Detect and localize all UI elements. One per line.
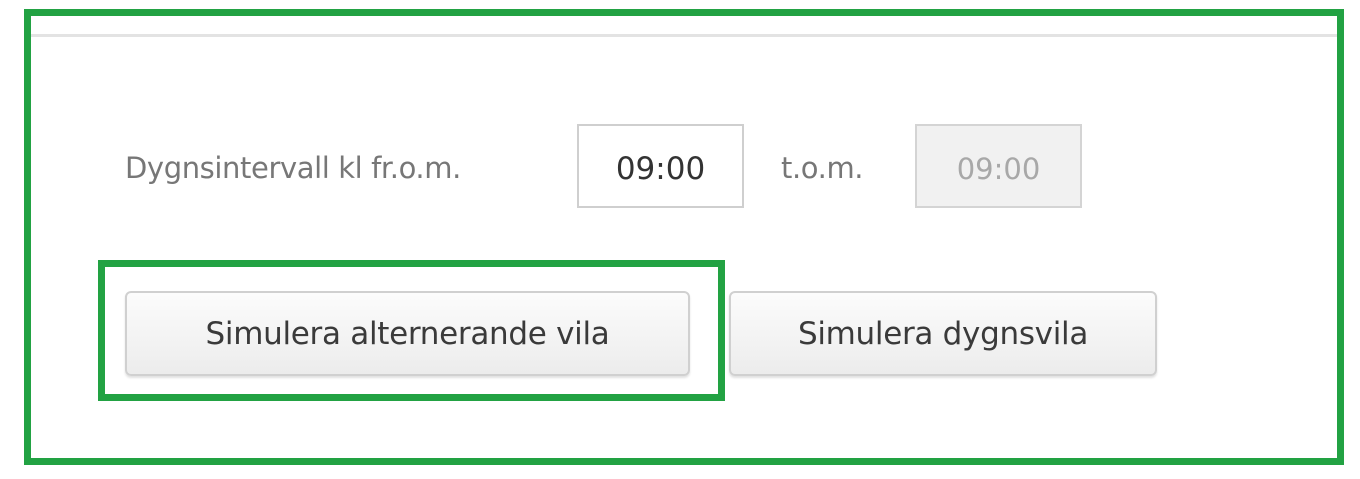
- interval-to-input: [915, 124, 1082, 208]
- interval-to-label: t.o.m.: [781, 151, 864, 185]
- simulate-alternating-rest-button[interactable]: Simulera alternerande vila: [125, 291, 690, 376]
- interval-from-input[interactable]: [577, 124, 744, 208]
- highlight-frame-outer: Dygnsintervall kl fr.o.m. t.o.m. Simuler…: [24, 9, 1344, 465]
- interval-from-label: Dygnsintervall kl fr.o.m.: [125, 151, 461, 185]
- top-divider: [31, 34, 1337, 37]
- simulate-daily-rest-button[interactable]: Simulera dygnsvila: [729, 291, 1157, 376]
